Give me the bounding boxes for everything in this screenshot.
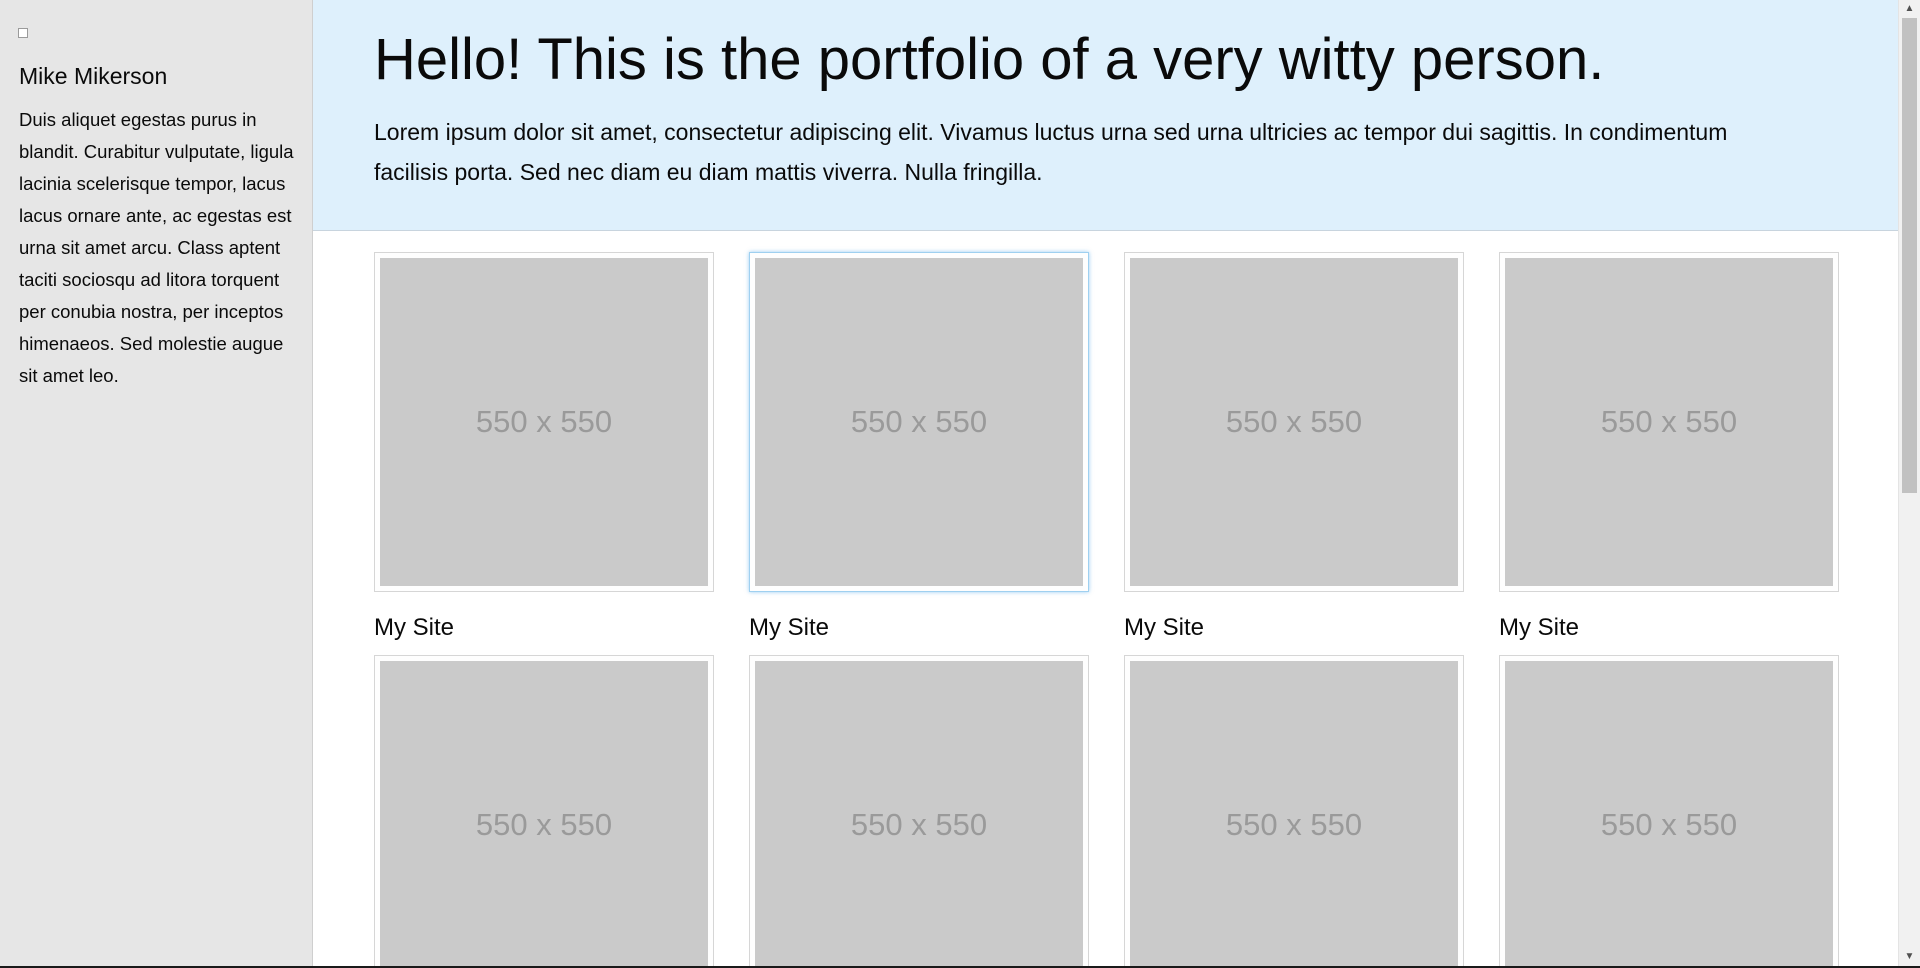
scrollbar-thumb[interactable] bbox=[1902, 18, 1917, 493]
sidebar: Mike Mikerson Duis aliquet egestas purus… bbox=[0, 0, 313, 966]
scroll-down-arrow-icon[interactable]: ▼ bbox=[1899, 948, 1920, 966]
placeholder-image: 550 x 550 bbox=[1505, 258, 1833, 586]
placeholder-image: 550 x 550 bbox=[380, 258, 708, 586]
portfolio-tile[interactable]: 550 x 550 bbox=[749, 252, 1089, 592]
sidebar-toggle-checkbox[interactable] bbox=[18, 28, 28, 38]
placeholder-label: 550 x 550 bbox=[1225, 404, 1363, 439]
author-name: Mike Mikerson bbox=[19, 63, 168, 89]
placeholder-label: 550 x 550 bbox=[850, 807, 988, 842]
hero-description: Lorem ipsum dolor sit amet, consectetur … bbox=[374, 119, 1728, 185]
portfolio-tile[interactable]: 550 x 550 bbox=[374, 655, 714, 966]
vertical-scrollbar[interactable]: ▲ ▼ bbox=[1898, 0, 1920, 966]
portfolio-caption-link[interactable]: My Site bbox=[1124, 612, 1204, 644]
portfolio-tile[interactable]: 550 x 550 bbox=[1499, 252, 1839, 592]
portfolio-caption-link[interactable]: My Site bbox=[749, 612, 829, 644]
portfolio-tile[interactable]: 550 x 550 bbox=[1499, 655, 1839, 966]
placeholder-label: 550 x 550 bbox=[475, 807, 613, 842]
placeholder-label: 550 x 550 bbox=[1225, 807, 1363, 842]
portfolio-tile[interactable]: 550 x 550 bbox=[749, 655, 1089, 966]
placeholder-label: 550 x 550 bbox=[1600, 404, 1738, 439]
portfolio-caption-link[interactable]: My Site bbox=[1499, 612, 1579, 644]
portfolio-tile[interactable]: 550 x 550 bbox=[374, 252, 714, 592]
page-title: Hello! This is the portfolio of a very w… bbox=[374, 27, 1605, 92]
placeholder-image: 550 x 550 bbox=[1505, 661, 1833, 966]
hero-banner: Hello! This is the portfolio of a very w… bbox=[313, 0, 1898, 231]
portfolio-caption-link[interactable]: My Site bbox=[374, 612, 454, 644]
placeholder-image: 550 x 550 bbox=[755, 258, 1083, 586]
placeholder-label: 550 x 550 bbox=[850, 404, 988, 439]
placeholder-label: 550 x 550 bbox=[475, 404, 613, 439]
placeholder-image: 550 x 550 bbox=[1130, 661, 1458, 966]
scroll-up-arrow-icon[interactable]: ▲ bbox=[1899, 0, 1920, 18]
main-content: Hello! This is the portfolio of a very w… bbox=[313, 0, 1898, 966]
portfolio-tile[interactable]: 550 x 550 bbox=[1124, 252, 1464, 592]
placeholder-image: 550 x 550 bbox=[755, 661, 1083, 966]
placeholder-label: 550 x 550 bbox=[1600, 807, 1738, 842]
author-bio: Duis aliquet egestas purus in blandit. C… bbox=[19, 109, 294, 386]
placeholder-image: 550 x 550 bbox=[380, 661, 708, 966]
portfolio-tile[interactable]: 550 x 550 bbox=[1124, 655, 1464, 966]
placeholder-image: 550 x 550 bbox=[1130, 258, 1458, 586]
